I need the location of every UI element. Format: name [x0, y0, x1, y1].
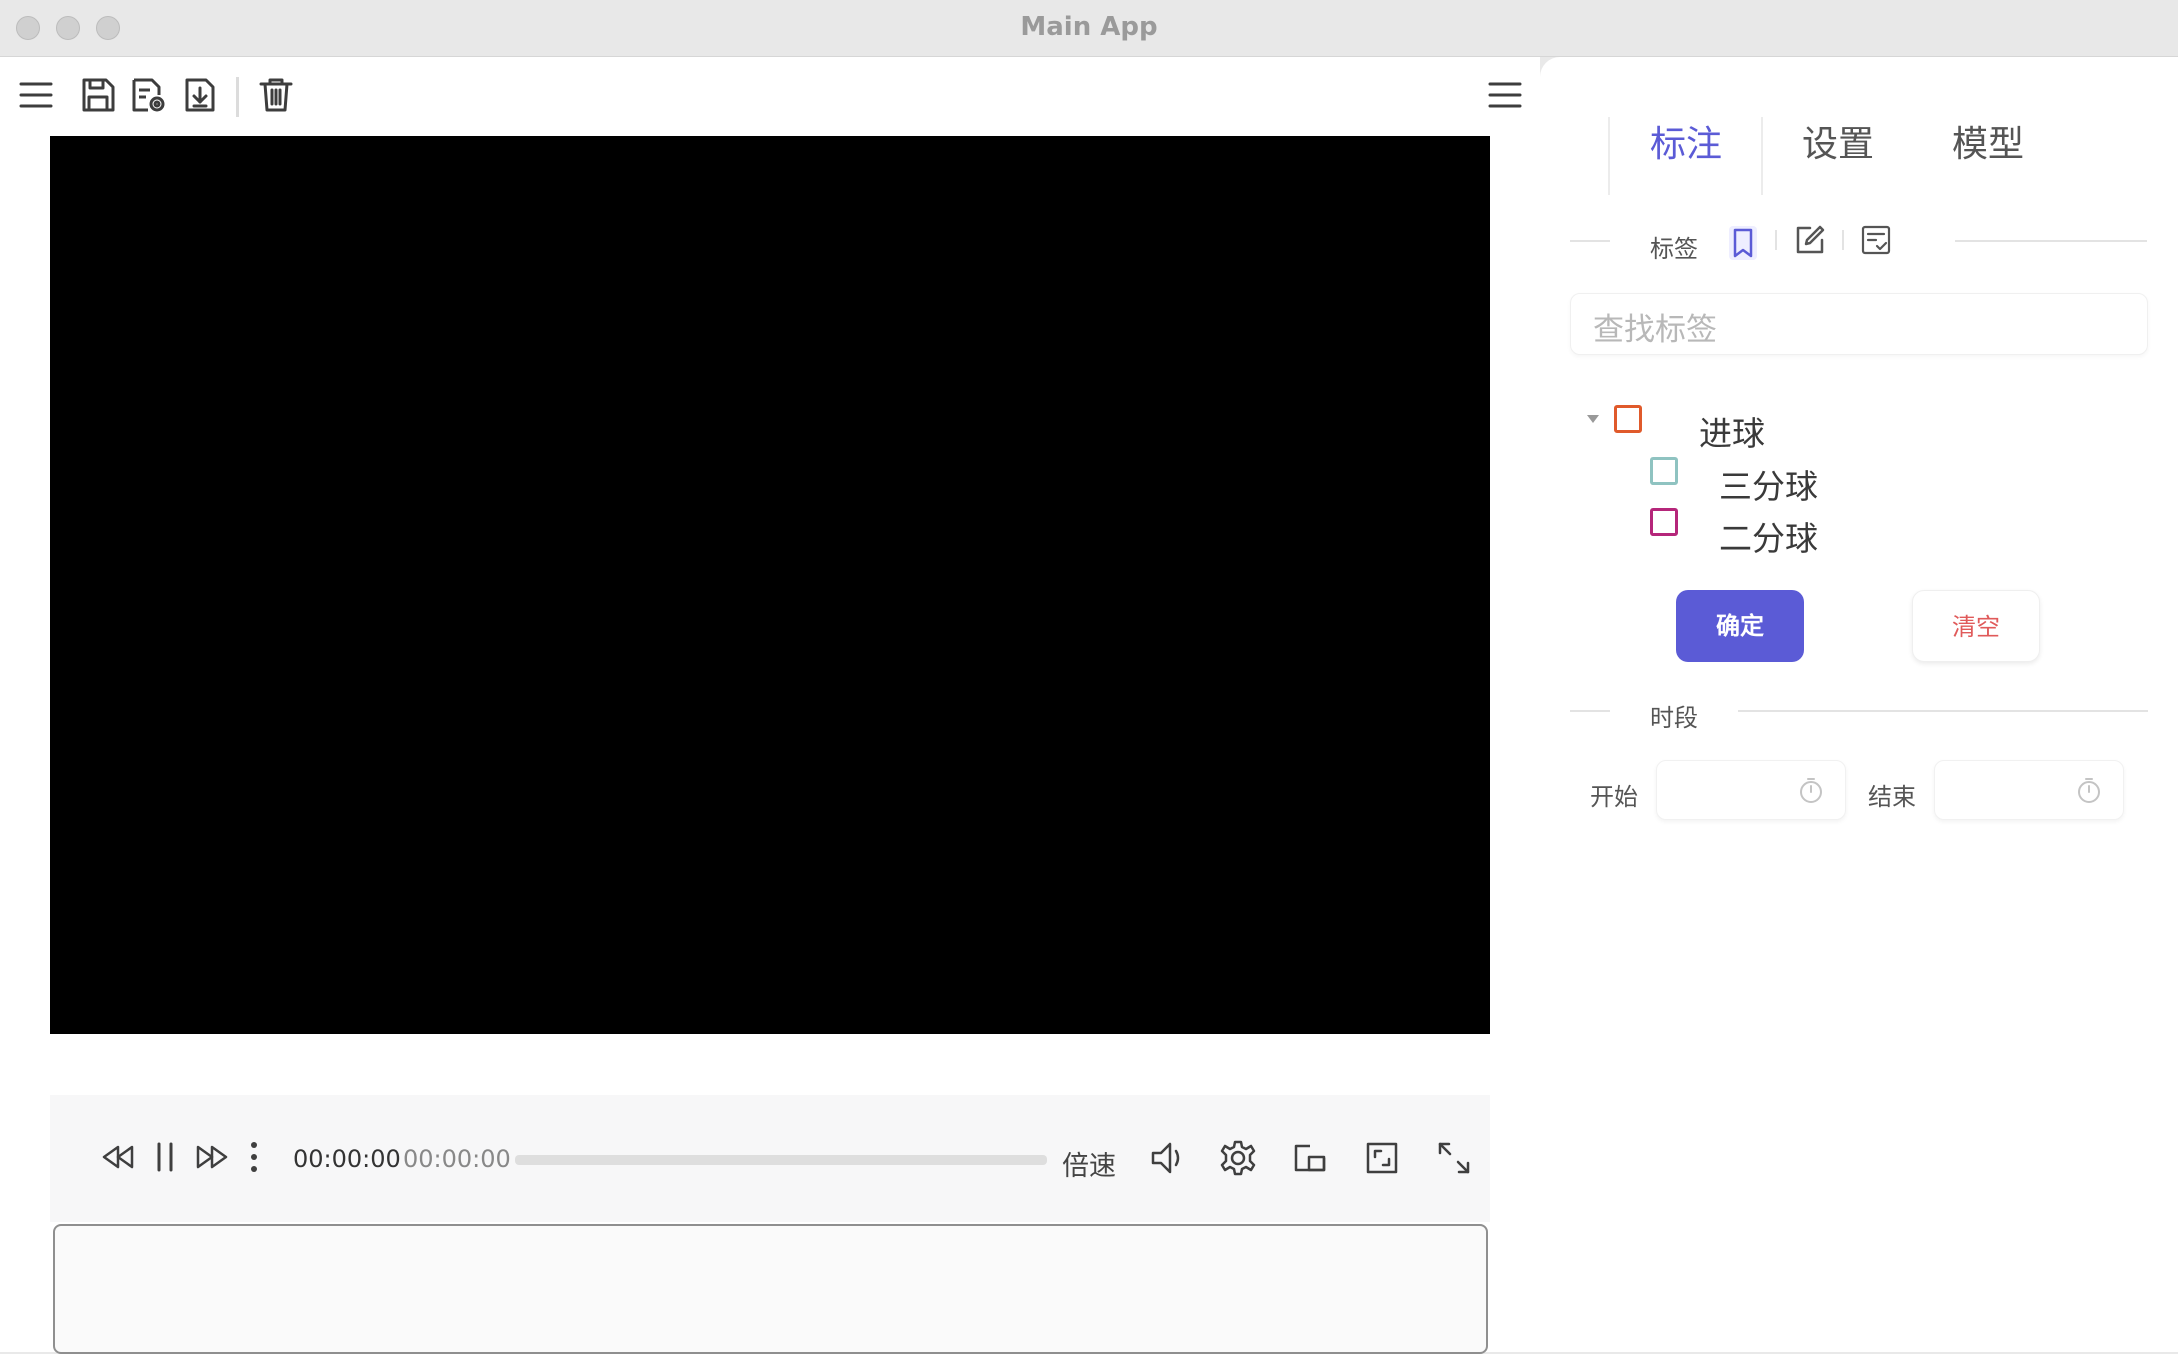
current-time: 00:00:00	[293, 1145, 401, 1173]
icon-separator	[1775, 230, 1777, 250]
period-section-title: 时段	[1650, 704, 1698, 732]
video-canvas[interactable]	[50, 136, 1490, 1034]
volume-icon[interactable]	[1148, 1138, 1188, 1178]
expand-caret-icon[interactable]	[1585, 413, 1601, 425]
menu-icon[interactable]	[16, 75, 56, 115]
tab-settings[interactable]: 设置	[1802, 115, 1874, 167]
tab-divider	[1761, 117, 1763, 195]
label-checkbox-goal[interactable]	[1614, 405, 1642, 433]
settings-gear-icon[interactable]	[1218, 1138, 1258, 1178]
annotation-panel: 标注 设置 模型 标签 查找标签 进球 三分球 二分球 确定 清空 时段 开始 …	[1540, 57, 2178, 1352]
bookmark-icon[interactable]	[1729, 226, 1757, 260]
toolbar-separator	[236, 77, 239, 117]
tab-divider	[1608, 117, 1610, 195]
edit-icon[interactable]	[1794, 224, 1826, 256]
stopwatch-icon[interactable]	[2075, 776, 2103, 804]
tab-annotate[interactable]: 标注	[1650, 115, 1722, 167]
tab-model[interactable]: 模型	[1952, 115, 2024, 167]
label-three-pointer[interactable]: 三分球	[1719, 460, 1818, 508]
fullscreen-icon[interactable]	[1434, 1138, 1474, 1178]
progress-bar[interactable]	[515, 1155, 1047, 1165]
total-time: 00:00:00	[403, 1145, 511, 1173]
rewind-icon[interactable]	[100, 1139, 136, 1175]
pause-icon[interactable]	[150, 1139, 180, 1175]
title-bar: Main App	[0, 0, 2178, 57]
section-divider	[1570, 710, 1610, 712]
label-checkbox-three-pointer[interactable]	[1650, 457, 1678, 485]
panel-menu-icon[interactable]	[1485, 75, 1525, 115]
section-divider	[1570, 240, 1610, 242]
end-label: 结束	[1868, 783, 1916, 811]
confirm-button[interactable]: 确定	[1676, 590, 1804, 662]
label-search-input[interactable]: 查找标签	[1570, 293, 2148, 355]
web-fullscreen-icon[interactable]	[1362, 1138, 1402, 1178]
trash-icon[interactable]	[256, 75, 296, 115]
list-check-icon[interactable]	[1860, 224, 1892, 256]
labels-section-title: 标签	[1650, 235, 1698, 263]
label-checkbox-two-pointer[interactable]	[1650, 508, 1678, 536]
picture-in-picture-icon[interactable]	[1290, 1138, 1330, 1178]
label-goal[interactable]: 进球	[1699, 407, 1765, 455]
icon-separator	[1842, 230, 1844, 250]
section-divider	[1738, 710, 2148, 712]
window-title: Main App	[1020, 12, 1158, 42]
clear-button[interactable]: 清空	[1912, 590, 2040, 662]
end-time-input[interactable]	[1934, 760, 2124, 820]
label-two-pointer[interactable]: 二分球	[1719, 512, 1818, 560]
start-time-input[interactable]	[1656, 760, 1846, 820]
section-divider	[1955, 240, 2147, 242]
save-icon[interactable]	[78, 75, 118, 115]
fast-forward-icon[interactable]	[194, 1139, 230, 1175]
player-controls: 00:00:00 00:00:00 倍速	[50, 1095, 1490, 1222]
import-icon[interactable]	[180, 75, 220, 115]
start-label: 开始	[1590, 783, 1638, 811]
save-settings-icon[interactable]	[128, 75, 168, 115]
timeline-area[interactable]	[53, 1224, 1488, 1354]
stopwatch-icon[interactable]	[1797, 776, 1825, 804]
more-options-icon[interactable]	[246, 1139, 262, 1175]
main-area: 00:00:00 00:00:00 倍速	[0, 57, 1540, 1354]
speed-button[interactable]: 倍速	[1062, 1144, 1116, 1183]
